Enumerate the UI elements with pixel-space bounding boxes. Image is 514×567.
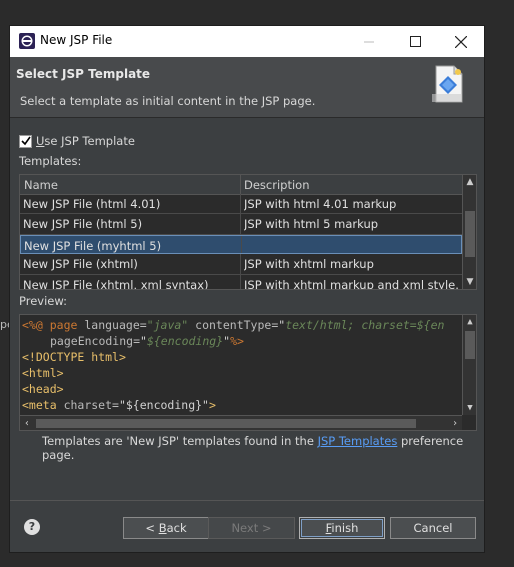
template-description: JSP with html 5 markup <box>244 217 379 232</box>
preview-label: Preview: <box>19 294 68 308</box>
template-description: JSP with xhtml markup and xml style... <box>244 277 460 290</box>
use-jsp-template-label: Use JSP Template <box>36 134 135 148</box>
column-header-description[interactable]: Description <box>244 178 310 192</box>
button-bar-divider <box>10 500 484 501</box>
template-description: JSP with html 4.01 markup <box>244 197 397 211</box>
eclipse-app-icon <box>19 33 35 49</box>
use-jsp-template-checkbox-row[interactable]: Use JSP Template <box>19 134 135 148</box>
code-line: <%@ page language="java" contentType="te… <box>22 318 445 332</box>
table-row[interactable]: New JSP File (xhtml, xml syntax) JSP wit… <box>20 274 462 290</box>
column-divider[interactable] <box>240 175 241 194</box>
code-line: <meta charset="${encoding}"> <box>22 398 216 412</box>
code-line: <head> <box>22 382 64 396</box>
templates-info-text: Templates are 'New JSP' templates found … <box>42 434 464 462</box>
finish-button[interactable]: Finish <box>299 517 385 539</box>
close-button[interactable] <box>438 26 484 57</box>
new-jsp-file-dialog: New JSP File Select JSP Template Select … <box>9 25 485 553</box>
templates-vertical-scrollbar[interactable]: ▲ ▼ <box>462 175 476 289</box>
scroll-up-icon[interactable]: ▲ <box>463 315 476 329</box>
table-body: New JSP File (html 4.01) JSP with html 4… <box>20 194 462 290</box>
maximize-button[interactable] <box>392 26 438 57</box>
next-button[interactable]: Next > <box>208 517 295 539</box>
help-icon[interactable]: ? <box>24 519 40 535</box>
title-bar[interactable]: New JSP File <box>10 26 484 57</box>
template-name: New JSP File (myhtml 5) <box>24 238 162 253</box>
table-header: Name Description <box>20 175 462 195</box>
minimize-button[interactable] <box>346 26 392 57</box>
template-name: New JSP File (html 5) <box>23 217 143 232</box>
column-header-name[interactable]: Name <box>24 178 58 192</box>
scroll-down-icon[interactable]: ▼ <box>463 275 476 289</box>
scroll-left-icon[interactable]: ‹ <box>20 416 34 430</box>
code-line: <!DOCTYPE html> <box>22 350 126 364</box>
template-name: New JSP File (xhtml, xml syntax) <box>23 277 209 290</box>
scrollbar-thumb[interactable] <box>465 211 475 257</box>
template-preview[interactable]: <%@ page language="java" contentType="te… <box>19 314 477 431</box>
scrollbar-thumb[interactable] <box>465 331 475 359</box>
use-jsp-template-checkbox[interactable] <box>19 134 32 148</box>
minimize-icon <box>363 41 374 43</box>
templates-label: Templates: <box>19 154 82 168</box>
preview-vertical-scrollbar[interactable]: ▲ ▼ <box>462 315 476 415</box>
scroll-down-icon[interactable]: ▼ <box>463 401 476 415</box>
page-description: Select a template as initial content in … <box>20 94 316 108</box>
code-line: pageEncoding="${encoding}"%> <box>50 334 244 348</box>
back-button[interactable]: < Back <box>123 517 209 539</box>
table-row[interactable]: New JSP File (html 4.01) JSP with html 4… <box>20 194 462 215</box>
table-row[interactable]: New JSP File (html 5) JSP with html 5 ma… <box>20 214 462 235</box>
template-name: New JSP File (xhtml) <box>23 257 138 272</box>
scroll-right-icon[interactable]: › <box>448 416 462 430</box>
wizard-header: Select JSP Template Select a template as… <box>10 57 484 118</box>
jsp-file-wizard-icon <box>432 65 463 103</box>
template-description: JSP with xhtml markup <box>244 257 374 272</box>
templates-table[interactable]: Name Description New JSP File (html 4.01… <box>19 174 477 290</box>
close-icon <box>455 35 467 48</box>
preview-code: <%@ page language="java" contentType="te… <box>22 317 460 413</box>
scroll-up-icon[interactable]: ▲ <box>463 175 476 189</box>
template-name: New JSP File (html 4.01) <box>23 197 161 211</box>
checkmark-icon <box>20 136 31 146</box>
table-row-selected[interactable]: New JSP File (myhtml 5) <box>20 234 462 255</box>
page-title: Select JSP Template <box>16 67 151 81</box>
table-row[interactable]: New JSP File (xhtml) JSP with xhtml mark… <box>20 254 462 275</box>
cancel-button[interactable]: Cancel <box>390 517 476 539</box>
code-line: <html> <box>22 366 64 380</box>
scrollbar-thumb[interactable] <box>36 419 416 428</box>
jsp-templates-link[interactable]: JSP Templates <box>318 434 398 448</box>
window-title: New JSP File <box>40 33 113 47</box>
preview-horizontal-scrollbar[interactable]: ‹ › <box>20 415 462 430</box>
maximize-icon <box>409 36 421 47</box>
